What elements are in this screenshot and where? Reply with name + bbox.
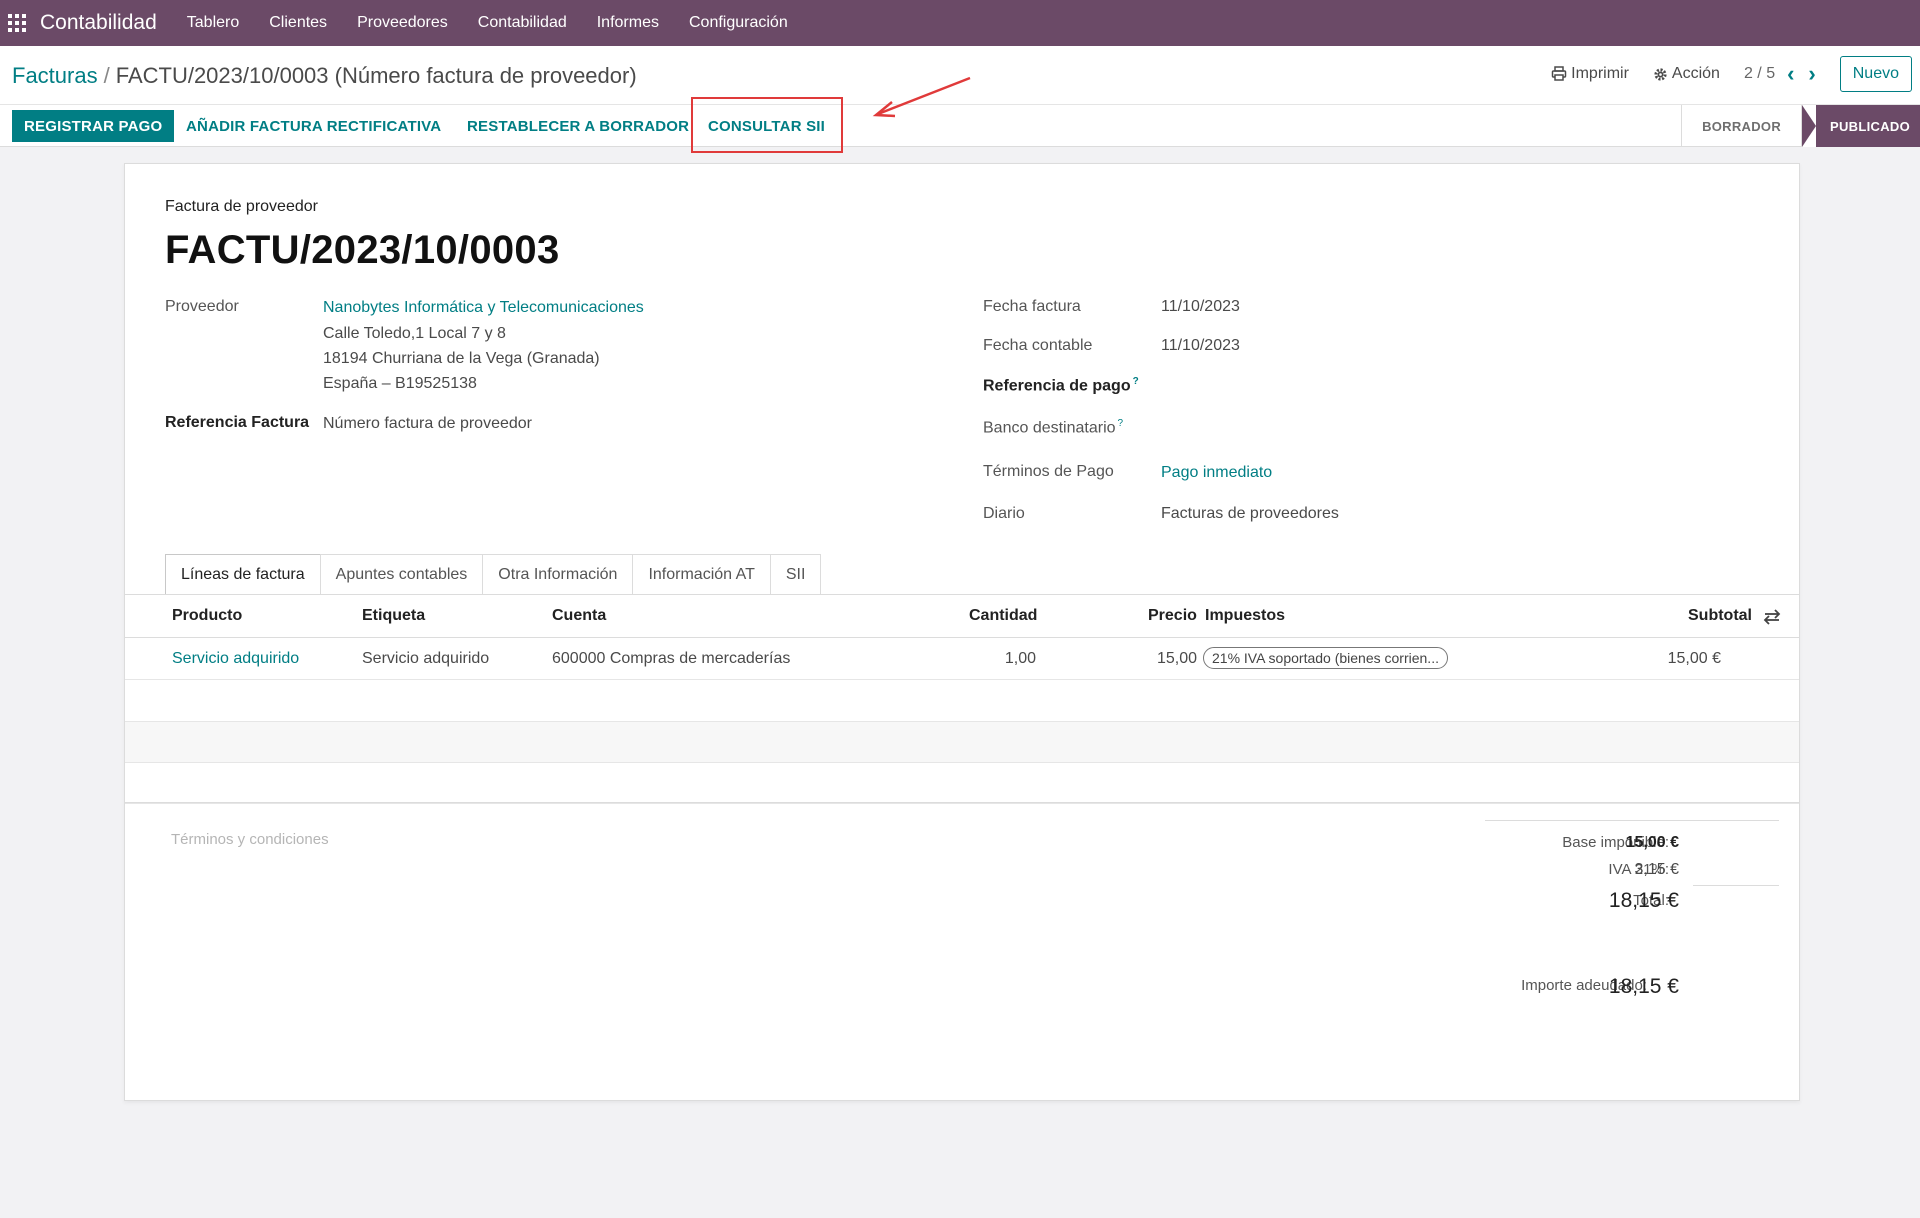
row-account: 600000 Compras de mercaderías [552, 650, 791, 667]
table-end-divider [125, 802, 1799, 803]
journal-field[interactable]: Facturas de proveedores [1161, 505, 1339, 523]
document-title: FACTU/2023/10/0003 [165, 228, 560, 272]
recipient-bank-label: Banco destinatario? [983, 418, 1123, 437]
help-icon[interactable]: ? [1133, 376, 1139, 387]
column-header-label[interactable]: Etiqueta [362, 607, 425, 625]
status-draft[interactable]: BORRADOR [1681, 105, 1801, 147]
column-header-price[interactable]: Precio [1148, 607, 1197, 625]
app-brand[interactable]: Contabilidad [40, 11, 157, 35]
reset-to-draft-button[interactable]: RESTABLECER A BORRADOR [467, 110, 689, 142]
apps-grid-icon[interactable] [8, 14, 26, 32]
gear-icon [1654, 67, 1667, 81]
print-label: Imprimir [1571, 65, 1629, 82]
new-button[interactable]: Nuevo [1839, 56, 1912, 92]
bill-reference-label: Referencia Factura [165, 414, 310, 431]
nav-item-accounting[interactable]: Contabilidad [478, 14, 567, 32]
notebook-tabs: Líneas de factura Apuntes contables Otra… [165, 554, 822, 595]
nav-item-dashboard[interactable]: Tablero [187, 14, 239, 32]
nav-item-vendors[interactable]: Proveedores [357, 14, 448, 32]
printer-icon [1551, 66, 1567, 81]
accounting-date-field[interactable]: 11/10/2023 [1161, 337, 1240, 355]
control-panel-right: Imprimir Acción 2 / 5 ‹ › Nuevo [1551, 56, 1912, 92]
nav-item-customers[interactable]: Clientes [269, 14, 327, 32]
payment-terms-label: Términos de Pago [983, 463, 1114, 480]
status-posted[interactable]: PUBLICADO [1801, 105, 1920, 147]
tab-invoice-lines[interactable]: Líneas de factura [165, 554, 321, 595]
total-divider [1693, 885, 1779, 886]
vendor-label: Proveedor [165, 298, 239, 315]
empty-row [125, 763, 1799, 804]
column-header-account[interactable]: Cuenta [552, 607, 606, 625]
form-sheet: Factura de proveedor FACTU/2023/10/0003 … [124, 163, 1800, 1101]
payment-reference-label: Referencia de pago? [983, 376, 1139, 395]
help-icon[interactable]: ? [1118, 418, 1124, 429]
annotation-highlight-box [691, 97, 843, 153]
column-header-quantity[interactable]: Cantidad [969, 607, 1037, 625]
table-row[interactable]: Servicio adquirido Servicio adquirido 60… [125, 639, 1799, 680]
vendor-name-link[interactable]: Nanobytes Informática y Telecomunicacion… [323, 299, 644, 317]
empty-row [125, 681, 1799, 722]
vendor-address-line3: España – B19525138 [323, 375, 477, 392]
register-payment-button[interactable]: REGISTRAR PAGO [12, 110, 175, 142]
document-type: Factura de proveedor [165, 198, 318, 215]
nav-item-reports[interactable]: Informes [597, 14, 659, 32]
row-label: Servicio adquirido [362, 650, 490, 667]
vendor-address-line1: Calle Toledo,1 Local 7 y 8 [323, 325, 506, 342]
column-header-product[interactable]: Producto [172, 607, 242, 625]
totals-divider [1485, 820, 1779, 821]
tab-other-info[interactable]: Otra Información [482, 554, 634, 594]
row-price: 15,00 [1156, 650, 1197, 667]
amount-due-value: 18,15 € [1608, 975, 1679, 998]
vendor-address-line2: 18194 Churriana de la Vega (Granada) [323, 350, 600, 367]
column-header-subtotal[interactable]: Subtotal [1688, 607, 1752, 625]
accounting-date-label: Fecha contable [983, 337, 1093, 354]
top-navbar: Contabilidad Tablero Clientes Proveedore… [0, 0, 1920, 46]
column-header-taxes[interactable]: Impuestos [1205, 607, 1285, 625]
row-quantity: 1,00 [1004, 650, 1036, 667]
invoice-lines-header: Producto Etiqueta Cuenta Cantidad Precio… [125, 595, 1799, 638]
print-button[interactable]: Imprimir [1551, 65, 1629, 83]
annotation-arrow-icon [872, 76, 971, 118]
status-bar: BORRADOR PUBLICADO [1681, 105, 1920, 147]
add-credit-note-button[interactable]: AÑADIR FACTURA RECTIFICATIVA [186, 110, 441, 142]
nav-item-configuration[interactable]: Configuración [689, 14, 788, 32]
bill-reference-field[interactable]: Número factura de proveedor [323, 415, 532, 433]
terms-conditions-field[interactable]: Términos y condiciones [171, 831, 329, 848]
empty-row [125, 722, 1799, 763]
row-subtotal: 15,00 € [1667, 650, 1721, 667]
row-product[interactable]: Servicio adquirido [172, 650, 299, 668]
action-label: Acción [1671, 65, 1720, 82]
invoice-date-field[interactable]: 11/10/2023 [1161, 298, 1240, 316]
payment-terms-field[interactable]: Pago inmediato [1161, 464, 1272, 482]
payment-reference-label-text: Referencia de pago [983, 377, 1131, 395]
vat-value: 3,15 € [1634, 861, 1679, 878]
breadcrumb-current: FACTU/2023/10/0003 (Número factura de pr… [115, 63, 637, 88]
tab-journal-items[interactable]: Apuntes contables [319, 554, 484, 594]
breadcrumb-invoices-link[interactable]: Facturas [12, 63, 98, 88]
action-button[interactable]: Acción [1653, 65, 1720, 83]
chevron-right-icon[interactable]: › [1808, 63, 1815, 85]
pager-value[interactable]: 2 / 5 [1744, 65, 1775, 83]
tab-sii[interactable]: SII [769, 554, 822, 594]
column-settings-icon[interactable] [1763, 609, 1781, 625]
invoice-date-label: Fecha factura [983, 298, 1081, 315]
chevron-left-icon[interactable]: ‹ [1787, 63, 1794, 85]
breadcrumb-separator: / [103, 63, 110, 88]
breadcrumb: Facturas / FACTU/2023/10/0003 (Número fact… [12, 63, 637, 89]
tab-at-info[interactable]: Información AT [632, 554, 771, 594]
recipient-bank-label-text: Banco destinatario [983, 419, 1116, 437]
untaxed-amount-value: 15,00 € [1625, 834, 1679, 851]
journal-label: Diario [983, 505, 1025, 522]
total-value: 18,15 € [1608, 889, 1679, 912]
row-tax-badge[interactable]: 21% IVA soportado (bienes corrien... [1203, 647, 1448, 669]
